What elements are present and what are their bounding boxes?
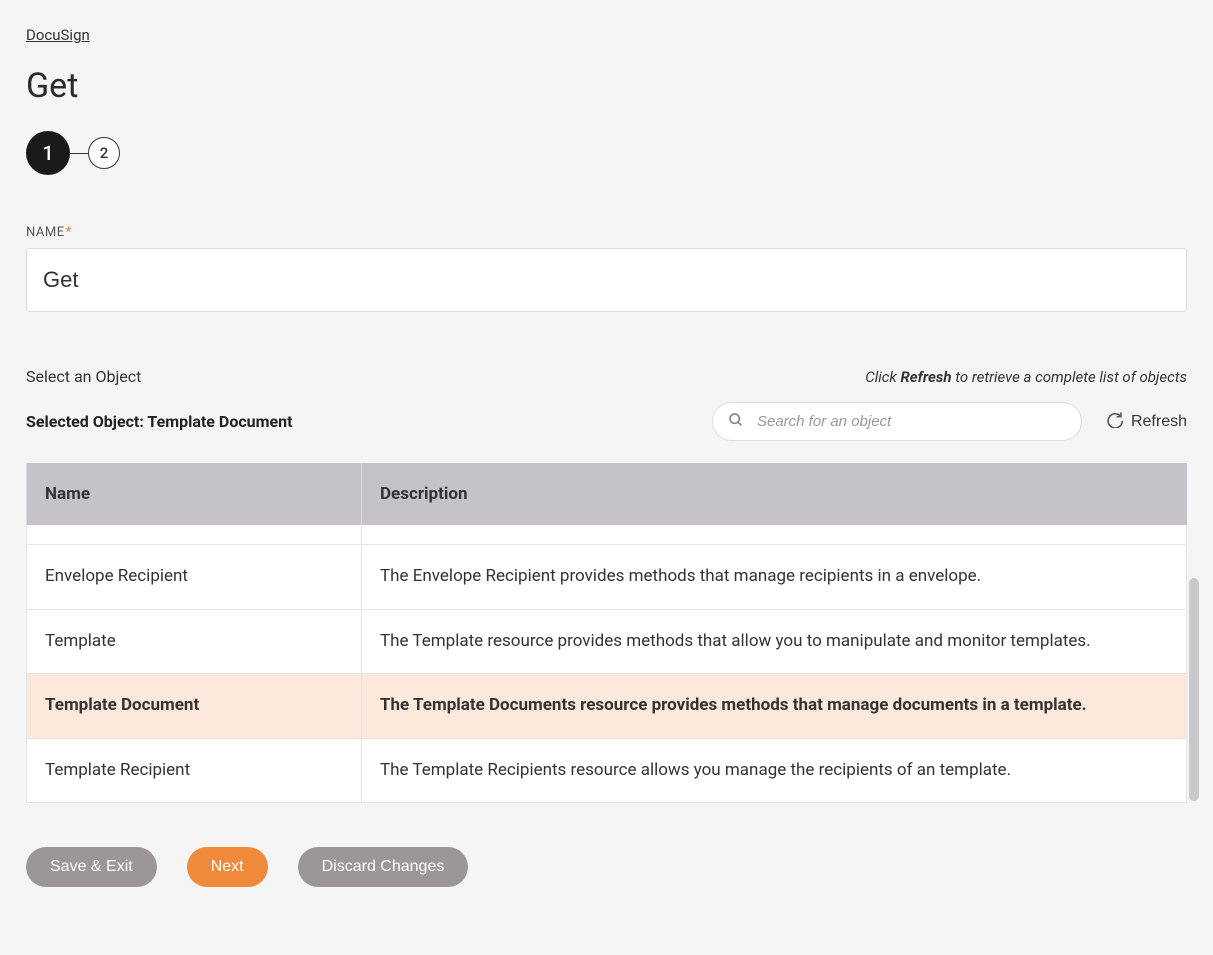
discard-changes-button[interactable]: Discard Changes (298, 847, 469, 887)
table-cell-name: Template (26, 610, 361, 675)
table-cell-name: Template Document (26, 674, 361, 739)
name-input[interactable] (26, 248, 1187, 312)
refresh-icon (1106, 411, 1123, 433)
footer-buttons: Save & Exit Next Discard Changes (26, 847, 1187, 887)
search-input-wrap (712, 402, 1082, 441)
refresh-hint: Click Refresh to retrieve a complete lis… (865, 368, 1187, 386)
table-cell-description: The Template resource provides methods t… (361, 610, 1187, 675)
table-cell-name: Template Recipient (26, 739, 361, 804)
step-2[interactable]: 2 (88, 137, 120, 169)
required-asterisk: * (66, 225, 72, 240)
table-row[interactable]: Template DocumentThe Template Documents … (26, 674, 1187, 739)
object-table-wrap: Name Description Envelope RecipientThe E… (26, 463, 1187, 803)
object-table: Name Description Envelope RecipientThe E… (26, 463, 1187, 803)
table-cell-name: Envelope Recipient (26, 545, 361, 610)
save-exit-button[interactable]: Save & Exit (26, 847, 157, 887)
table-header-description: Description (361, 463, 1187, 525)
refresh-button-label: Refresh (1131, 413, 1187, 431)
scrollbar[interactable] (1189, 526, 1199, 803)
table-row[interactable]: Template RecipientThe Template Recipient… (26, 739, 1187, 804)
table-row[interactable]: Envelope RecipientThe Envelope Recipient… (26, 545, 1187, 610)
search-input[interactable] (712, 402, 1082, 441)
scrollbar-thumb[interactable] (1189, 578, 1199, 801)
page-title: Get (26, 66, 1187, 106)
table-header-name: Name (26, 463, 361, 525)
table-cell-description: The Template Documents resource provides… (361, 674, 1187, 739)
breadcrumb-link[interactable]: DocuSign (26, 26, 90, 44)
table-cell-description: The Template Recipients resource allows … (361, 739, 1187, 804)
name-field-label: NAME* (26, 225, 1187, 240)
search-icon (728, 412, 744, 432)
next-button[interactable]: Next (187, 847, 268, 887)
breadcrumb: DocuSign (26, 25, 1187, 44)
stepper: 1 2 (26, 131, 1187, 175)
table-cell-description: The Envelope Recipient provides methods … (361, 545, 1187, 610)
step-connector (70, 153, 88, 154)
step-1[interactable]: 1 (26, 131, 70, 175)
selected-object-label: Selected Object: Template Document (26, 412, 293, 431)
select-object-label: Select an Object (26, 367, 141, 386)
table-row[interactable]: TemplateThe Template resource provides m… (26, 610, 1187, 675)
table-row-partial[interactable] (26, 525, 1187, 545)
refresh-button[interactable]: Refresh (1106, 411, 1187, 433)
